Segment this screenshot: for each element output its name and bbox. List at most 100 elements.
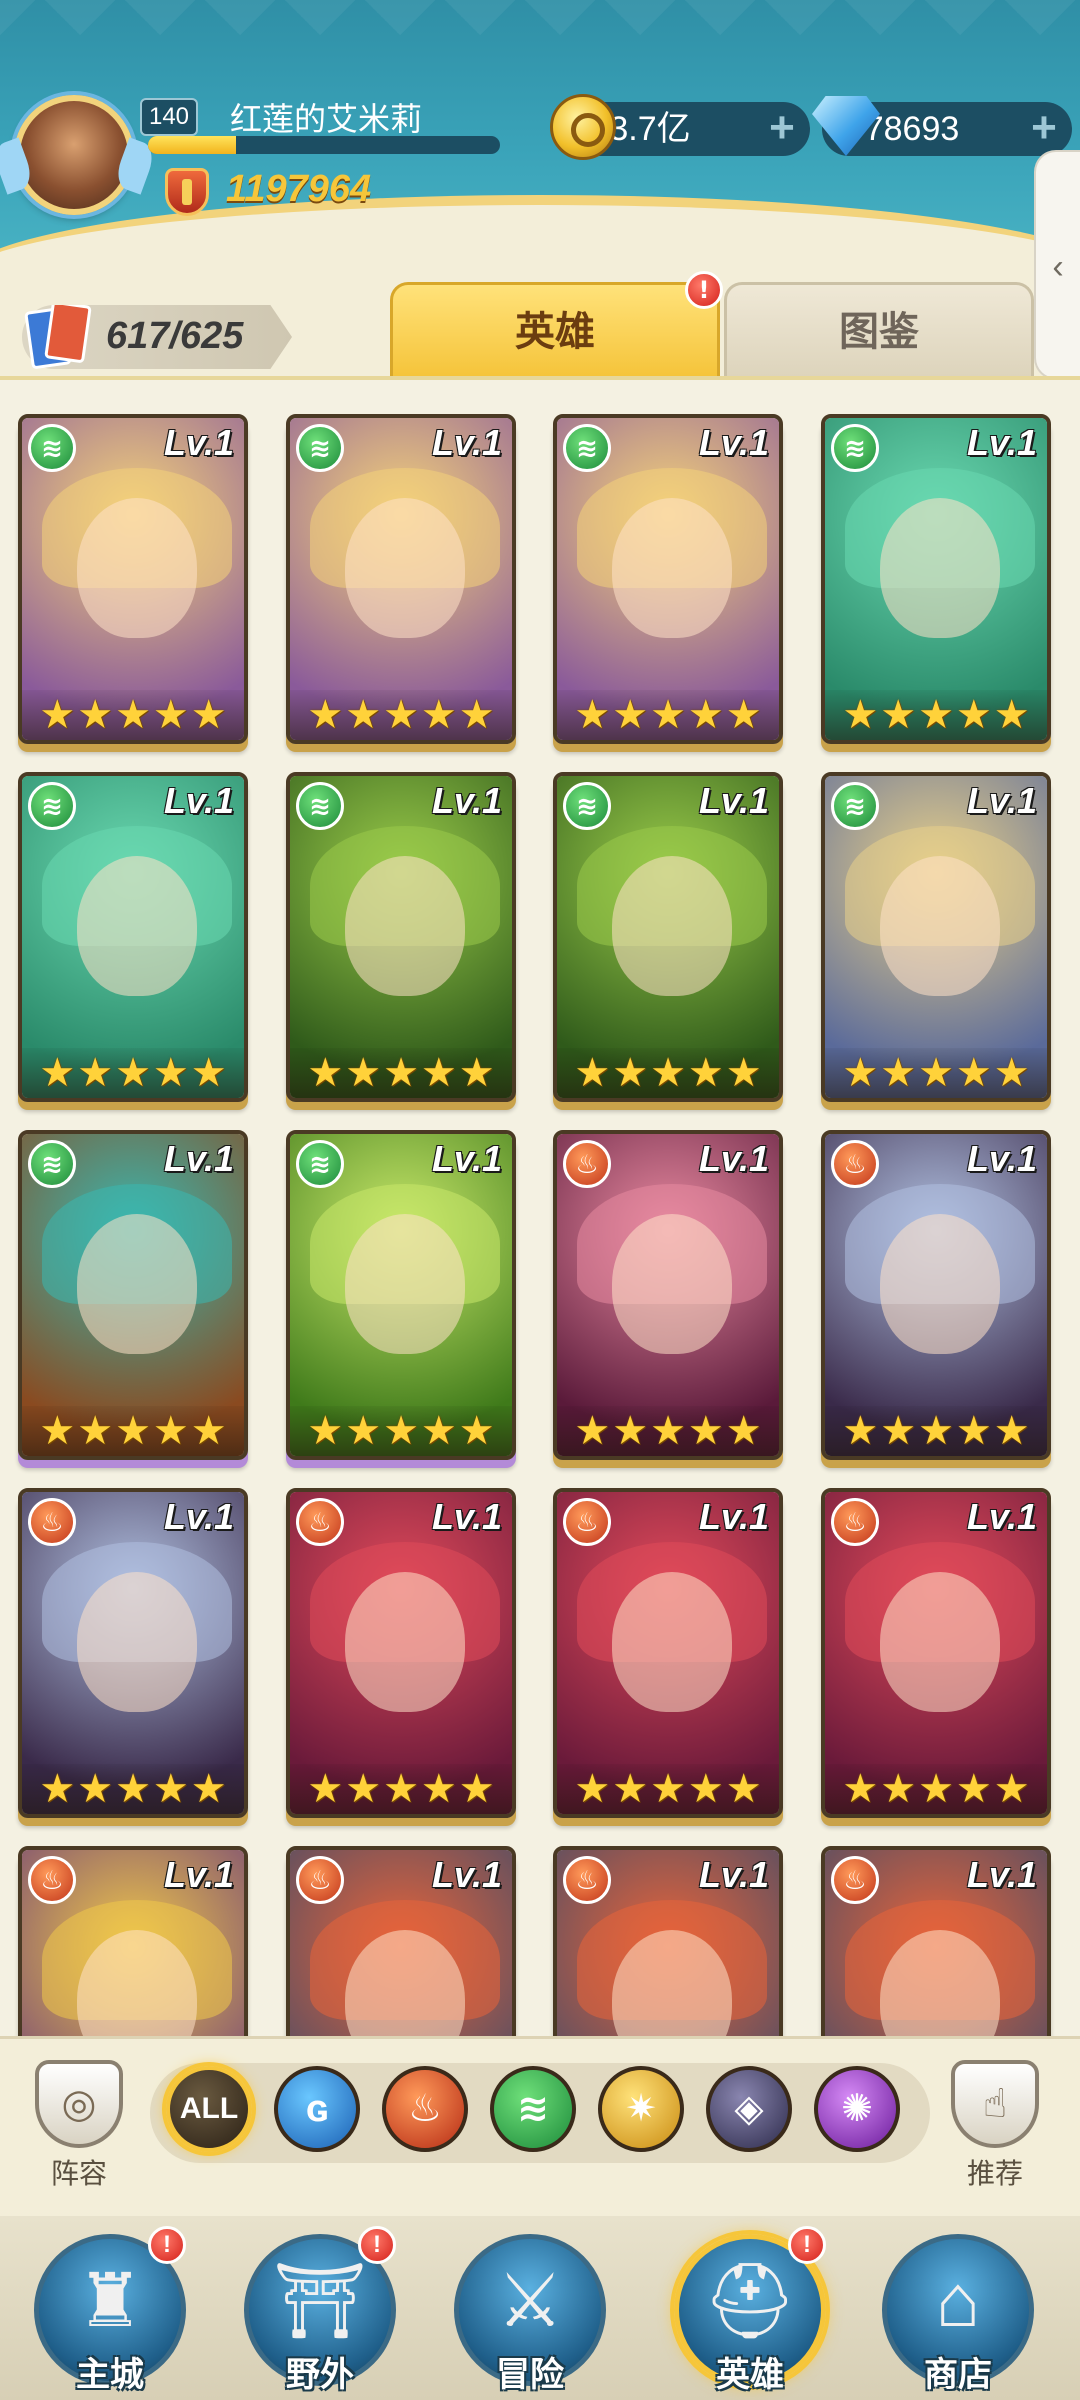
tab-heroes[interactable]: 英雄 ! xyxy=(390,271,723,377)
hero-card[interactable]: ≋ Lv.1 ★ ★ ★ ★ ★ xyxy=(18,414,248,744)
star-icon: ★ xyxy=(77,1409,114,1453)
hero-star-rating: ★ ★ ★ ★ ★ xyxy=(557,1406,779,1456)
recommend-button[interactable]: ☝ 推荐 xyxy=(940,2060,1050,2192)
nav-heroes[interactable]: ⛑ 英雄! xyxy=(660,2224,840,2400)
star-icon: ★ xyxy=(880,1409,917,1453)
star-icon: ★ xyxy=(842,1051,879,1095)
hero-card[interactable]: ♨Lv.1★★★★★ xyxy=(821,1846,1051,2036)
filter-dark-icon[interactable]: ◈ xyxy=(706,2066,792,2152)
star-icon: ★ xyxy=(39,1409,76,1453)
filter-void-icon[interactable]: ✺ xyxy=(814,2066,900,2152)
nav-adventure[interactable]: ⚔ 冒险 xyxy=(440,2224,620,2400)
hero-level-label: Lv.1 xyxy=(163,1138,234,1179)
hero-level-label: Lv.1 xyxy=(698,1854,769,1895)
nav-wild-label: 野外 xyxy=(286,2355,354,2395)
hero-level-label: Lv.1 xyxy=(966,1854,1037,1895)
grass-element-icon: ≋ xyxy=(296,1140,344,1188)
nav-adventure-label: 冒险 xyxy=(496,2355,564,2395)
hero-card[interactable]: ♨Lv.1★★★★★ xyxy=(286,1846,516,2036)
hero-card[interactable]: ♨Lv.1★★★★★ xyxy=(821,1488,1051,1818)
filter-fire-icon[interactable]: ♨ xyxy=(382,2066,468,2152)
nav-wild[interactable]: ⛩ 野外! xyxy=(230,2224,410,2400)
hero-card[interactable]: ≋ Lv.1 ★ ★ ★ ★ ★ xyxy=(553,772,783,1102)
star-icon: ★ xyxy=(345,1051,382,1095)
hero-star-rating: ★ ★ ★ ★ ★ xyxy=(557,1048,779,1098)
star-icon: ★ xyxy=(955,1767,992,1811)
hero-star-rating: ★ ★ ★ ★ ★ xyxy=(22,690,244,740)
hero-card[interactable]: ≋ Lv.1 ★ ★ ★ ★ ★ xyxy=(286,414,516,744)
filter-grass-icon[interactable]: ≋ xyxy=(490,2066,576,2152)
star-icon: ★ xyxy=(687,1051,724,1095)
tab-codex[interactable]: 图鉴 xyxy=(724,282,1034,377)
nav-heroes-label: 英雄 xyxy=(716,2355,784,2395)
hero-card[interactable]: ≋ Lv.1 ★ ★ ★ ★ ★ xyxy=(553,414,783,744)
hero-card[interactable]: ♨Lv.1★★★★★ xyxy=(18,1846,248,2036)
star-icon: ★ xyxy=(880,1767,917,1811)
hero-level-label: Lv.1 xyxy=(431,1138,502,1179)
hero-card[interactable]: ≋ Lv.1 ★ ★ ★ ★ ★ xyxy=(286,772,516,1102)
fire-element-icon: ♨ xyxy=(28,1498,76,1546)
star-icon: ★ xyxy=(687,1409,724,1453)
hero-card[interactable]: ♨Lv.1★★★★★ xyxy=(821,1130,1051,1460)
nav-wild-alert-badge: ! xyxy=(358,2226,396,2264)
nav-wild-glyph: ⛩ xyxy=(273,2259,367,2342)
star-icon: ★ xyxy=(383,693,419,737)
filter-light-icon[interactable]: ✷ xyxy=(598,2066,684,2152)
hero-level-label: Lv.1 xyxy=(966,422,1037,463)
star-icon: ★ xyxy=(955,693,992,737)
avatar-wing-left xyxy=(0,137,36,195)
bottom-navigation: ♜ 主城! ⛩ 野外! ⚔ 冒险 ⛑ 英雄! ⌂ 商店 xyxy=(0,2216,1080,2400)
nav-shop[interactable]: ⌂ 商店 xyxy=(868,2224,1048,2400)
hero-level-label: Lv.1 xyxy=(698,780,769,821)
add-gold-button[interactable]: + xyxy=(762,106,802,150)
star-icon: ★ xyxy=(77,1767,114,1811)
hero-card[interactable]: ≋ Lv.1 ★ ★ ★ ★ ★ xyxy=(18,772,248,1102)
hero-card[interactable]: ♨Lv.1★★★★★ xyxy=(553,1130,783,1460)
hero-level-label: Lv.1 xyxy=(698,1138,769,1179)
side-drawer-toggle[interactable]: ‹ xyxy=(1034,150,1080,380)
player-name: 红莲的艾米莉 xyxy=(230,100,423,138)
filter-water-icon[interactable]: ɢ xyxy=(274,2066,360,2152)
fire-element-icon: ♨ xyxy=(296,1498,344,1546)
nav-main-city[interactable]: ♜ 主城! xyxy=(20,2224,200,2400)
hero-card[interactable]: ≋ Lv.1 ★ ★ ★ ★ ★ xyxy=(821,772,1051,1102)
grass-element-icon: ≋ xyxy=(831,782,879,830)
star-icon: ★ xyxy=(307,1767,344,1811)
grass-element-icon: ≋ xyxy=(28,782,76,830)
hero-card[interactable]: ≋ Lv.1 ★ ★ ★ ★ ★ xyxy=(286,1130,516,1460)
star-icon: ★ xyxy=(880,693,917,737)
star-icon: ★ xyxy=(152,1767,189,1811)
nav-adventure-glyph: ⚔ xyxy=(496,2259,564,2342)
lineup-button[interactable]: ◎ 阵容 xyxy=(24,2060,134,2192)
hero-card[interactable]: ♨Lv.1★★★★★ xyxy=(18,1488,248,1818)
hero-star-rating: ★ ★ ★ ★ ★ xyxy=(22,1406,244,1456)
grass-element-icon: ≋ xyxy=(563,424,611,472)
hero-star-rating: ★ ★ ★ ★ ★ xyxy=(825,1406,1047,1456)
star-icon: ★ xyxy=(345,693,382,737)
star-icon: ★ xyxy=(918,1409,954,1453)
add-gems-button[interactable]: + xyxy=(1024,106,1064,150)
star-icon: ★ xyxy=(918,1767,954,1811)
star-icon: ★ xyxy=(115,1051,151,1095)
hero-card[interactable]: ♨Lv.1★★★★★ xyxy=(553,1846,783,2036)
hero-card[interactable]: ♨Lv.1★★★★★ xyxy=(286,1488,516,1818)
star-icon: ★ xyxy=(152,1409,189,1453)
star-icon: ★ xyxy=(307,1051,344,1095)
star-icon: ★ xyxy=(307,693,344,737)
filter-all-button[interactable]: ALL xyxy=(166,2066,252,2152)
exp-bar xyxy=(148,136,500,154)
star-icon: ★ xyxy=(918,1051,954,1095)
hero-card[interactable]: ♨Lv.1★★★★★ xyxy=(553,1488,783,1818)
star-icon: ★ xyxy=(152,693,189,737)
player-avatar[interactable] xyxy=(0,95,158,215)
hero-card[interactable]: ≋ Lv.1 ★ ★ ★ ★ ★ xyxy=(18,1130,248,1460)
star-icon: ★ xyxy=(420,1767,457,1811)
hero-card[interactable]: ≋ Lv.1 ★ ★ ★ ★ ★ xyxy=(821,414,1051,744)
grass-element-icon: ≋ xyxy=(296,424,344,472)
star-icon: ★ xyxy=(650,1051,686,1095)
star-icon: ★ xyxy=(993,693,1030,737)
star-icon: ★ xyxy=(612,1051,649,1095)
star-icon: ★ xyxy=(39,1051,76,1095)
hero-level-label: Lv.1 xyxy=(698,422,769,463)
star-icon: ★ xyxy=(190,1767,227,1811)
